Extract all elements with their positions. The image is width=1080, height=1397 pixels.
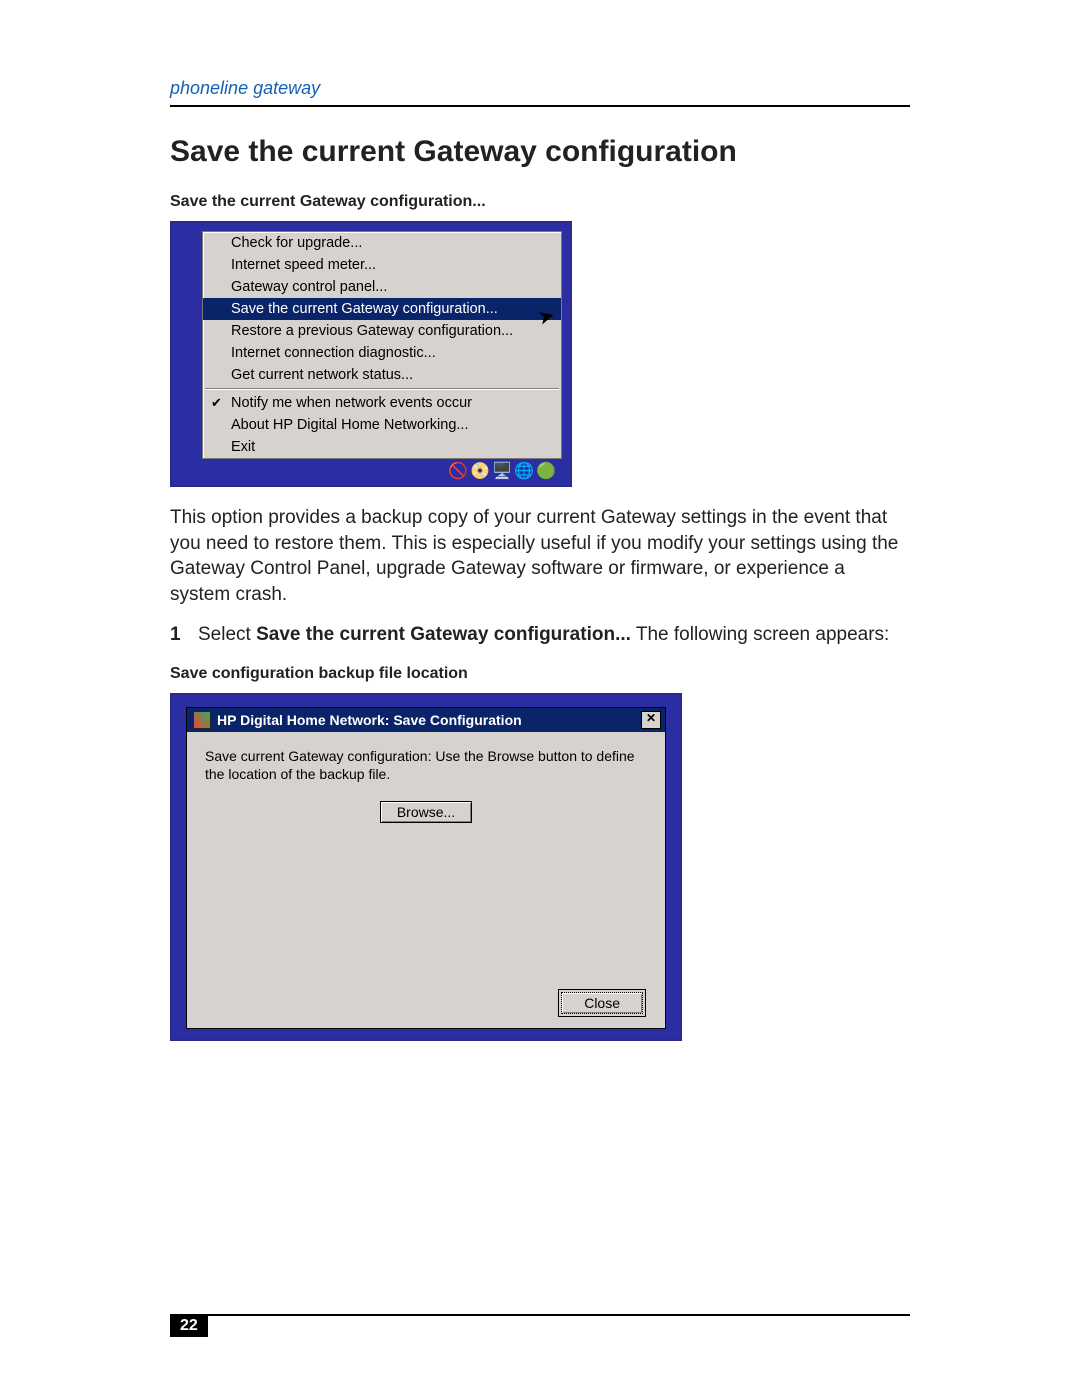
system-tray: 🚫📀🖥️🌐🟢 bbox=[202, 459, 562, 481]
figure-save-dialog: HP Digital Home Network: Save Configurat… bbox=[170, 693, 682, 1041]
menu-item-save-config[interactable]: Save the current Gateway configuration..… bbox=[203, 298, 561, 320]
manual-page: phoneline gateway Save the current Gatew… bbox=[0, 0, 1080, 1397]
step-pre: Select bbox=[198, 624, 256, 645]
step-1: 1 Select Save the current Gateway config… bbox=[170, 622, 910, 648]
dialog-text: Save current Gateway configuration: Use … bbox=[205, 748, 647, 783]
dialog-titlebar[interactable]: HP Digital Home Network: Save Configurat… bbox=[187, 708, 665, 732]
dialog-body: Save current Gateway configuration: Use … bbox=[187, 732, 665, 1028]
step-text: Select Save the current Gateway configur… bbox=[198, 622, 889, 648]
menu-item-restore-config[interactable]: Restore a previous Gateway configuration… bbox=[203, 320, 561, 342]
dialog-title: HP Digital Home Network: Save Configurat… bbox=[217, 712, 639, 728]
close-x-button[interactable]: ✕ bbox=[641, 711, 661, 729]
dialog-window: HP Digital Home Network: Save Configurat… bbox=[186, 707, 666, 1029]
step-number: 1 bbox=[170, 622, 198, 648]
menu-item-notify-events[interactable]: ✔ Notify me when network events occur bbox=[203, 392, 561, 414]
figure1-caption: Save the current Gateway configuration..… bbox=[170, 193, 910, 211]
browse-button[interactable]: Browse... bbox=[380, 801, 472, 823]
running-head: phoneline gateway bbox=[170, 78, 910, 99]
menu-item-connection-diag[interactable]: Internet connection diagnostic... bbox=[203, 342, 561, 364]
menu-item-network-status[interactable]: Get current network status... bbox=[203, 364, 561, 386]
section-heading: Save the current Gateway configuration bbox=[170, 135, 910, 169]
app-icon bbox=[193, 711, 211, 729]
page-footer: 22 bbox=[170, 1314, 910, 1337]
context-menu: Check for upgrade... Internet speed mete… bbox=[202, 231, 562, 459]
step-post: The following screen appears: bbox=[631, 624, 889, 645]
figure2-caption: Save configuration backup file location bbox=[170, 665, 910, 683]
page-number: 22 bbox=[170, 1315, 208, 1337]
menu-item-exit[interactable]: Exit bbox=[203, 436, 561, 458]
header-rule bbox=[170, 105, 910, 107]
close-button[interactable]: Close bbox=[561, 992, 643, 1014]
figure-context-menu: Check for upgrade... Internet speed mete… bbox=[170, 221, 572, 487]
step-bold: Save the current Gateway configuration..… bbox=[256, 624, 631, 645]
menu-item-speed-meter[interactable]: Internet speed meter... bbox=[203, 254, 561, 276]
menu-item-control-panel[interactable]: Gateway control panel... bbox=[203, 276, 561, 298]
menu-separator bbox=[205, 388, 559, 390]
paragraph-intro: This option provides a backup copy of yo… bbox=[170, 505, 910, 608]
menu-item-about[interactable]: About HP Digital Home Networking... bbox=[203, 414, 561, 436]
menu-item-label: Notify me when network events occur bbox=[231, 395, 472, 411]
menu-item-check-upgrade[interactable]: Check for upgrade... bbox=[203, 232, 561, 254]
check-icon: ✔ bbox=[211, 395, 222, 411]
footer-rule bbox=[170, 1314, 910, 1316]
